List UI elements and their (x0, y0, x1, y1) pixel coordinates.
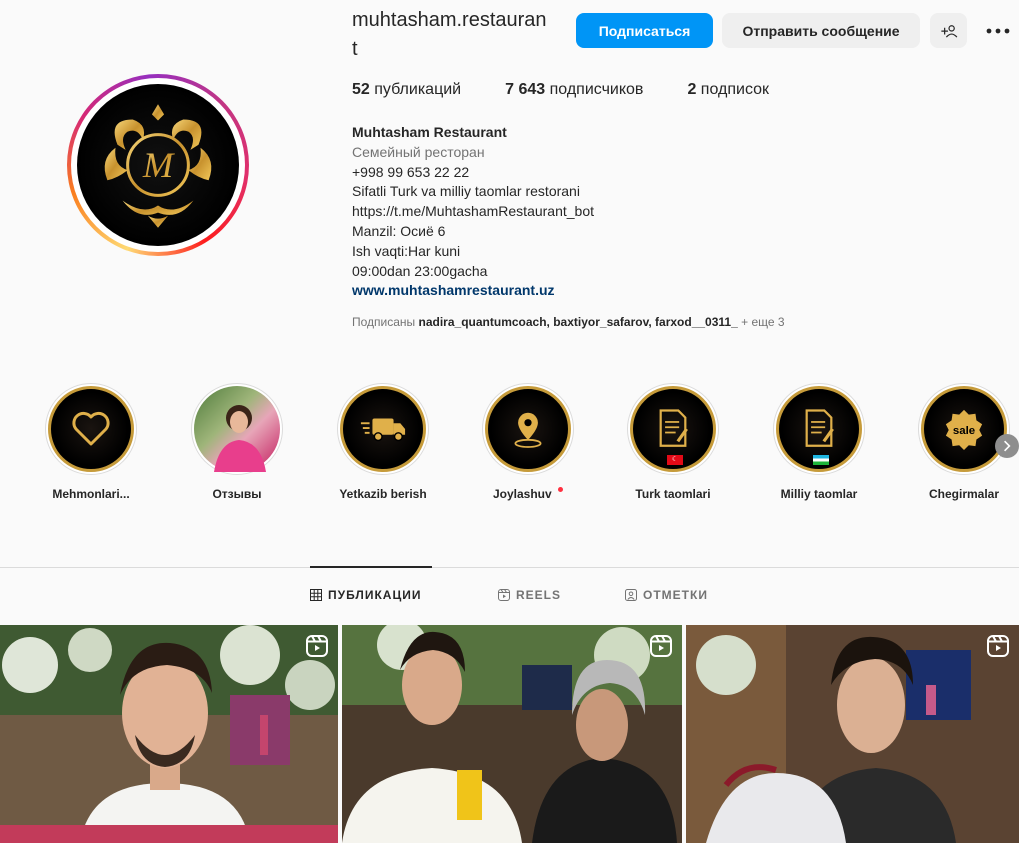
tab-tagged[interactable]: ОТМЕТКИ (625, 588, 708, 602)
heart-icon (72, 411, 110, 446)
highlight-cover (340, 386, 426, 472)
active-tab-indicator (310, 566, 432, 568)
followed-by-users[interactable]: nadira_quantumcoach, baxtiyor_safarov, f… (419, 315, 738, 329)
reel-icon (987, 635, 1009, 657)
bio-hours-label: Ish vaqti:Har kuni (352, 242, 461, 259)
highlight-label: Chegirmalar (928, 487, 1000, 501)
highlight-label: Joylashuv (473, 487, 583, 501)
followed-by[interactable]: Подписаны nadira_quantumcoach, baxtiyor_… (352, 315, 785, 329)
highlight-ring (482, 383, 574, 475)
turkey-flag-icon: ☾ (667, 455, 683, 465)
more-dots-icon (986, 28, 1010, 33)
highlight-item[interactable]: Milliy taomlar (764, 383, 874, 501)
followers-label: подписчиков (549, 81, 644, 98)
more-options-button[interactable] (980, 13, 1016, 48)
highlights-next-button[interactable] (995, 434, 1019, 458)
highlight-cover: sale (921, 386, 1007, 472)
highlight-item[interactable]: Yetkazib berish (328, 383, 438, 501)
followed-by-more[interactable]: + еще 3 (741, 315, 784, 329)
post-thumbnail[interactable] (342, 625, 682, 843)
restaurant-logo-icon: M (104, 104, 212, 228)
highlight-label: Milliy taomlar (780, 487, 858, 501)
tab-reels[interactable]: REELS (498, 588, 561, 602)
highlight-ring (337, 383, 429, 475)
profile-username: muhtasham.restaurant (352, 9, 547, 60)
new-dot-icon (558, 487, 564, 492)
logo-monogram: M (142, 145, 176, 185)
reel-icon (306, 635, 328, 657)
reviewer-photo-icon (214, 405, 266, 472)
tab-reels-label: REELS (516, 588, 562, 602)
reels-icon (498, 589, 510, 601)
profile-bio: Muhtasham Restaurant Семейный ресторан +… (352, 123, 812, 301)
highlight-ring (191, 383, 283, 475)
highlight-cover (776, 386, 862, 472)
followers-count: 7 643 (505, 81, 546, 98)
avatar[interactable]: M (77, 84, 239, 246)
following-label: подписок (700, 81, 770, 98)
tab-posts-label: ПУБЛИКАЦИИ (328, 588, 422, 602)
post-image (0, 625, 338, 843)
follow-button[interactable]: Подписаться (576, 13, 713, 48)
sale-badge-text: sale (953, 425, 975, 437)
following-count: 2 (687, 81, 697, 98)
highlight-cover-photo (194, 386, 280, 472)
location-pin-icon (514, 412, 542, 448)
add-person-icon: + (940, 24, 957, 38)
suggested-users-button[interactable]: + (930, 13, 967, 48)
posts-label: публикаций (374, 81, 462, 98)
menu-document-icon (805, 409, 834, 447)
profile-category: Семейный ресторан (352, 143, 485, 160)
followers-stat[interactable]: 7 643 подписчиков (505, 81, 643, 99)
highlight-cover: ☾ (630, 386, 716, 472)
tab-posts[interactable]: ПУБЛИКАЦИИ (310, 588, 421, 602)
profile-stats: 52 публикаций 7 643 подписчиков 2 подпис… (352, 81, 813, 99)
highlight-item[interactable]: Joylashuv (473, 383, 583, 501)
bio-address: Manzil: Осиё 6 (352, 222, 446, 239)
following-stat[interactable]: 2 подписок (687, 81, 769, 99)
truck-icon (360, 418, 406, 442)
website-link[interactable]: www.muhtashamrestaurant.uz (352, 282, 555, 298)
chevron-right-icon (1004, 440, 1011, 452)
send-message-button[interactable]: Отправить сообщение (722, 13, 920, 48)
highlight-ring (45, 383, 137, 475)
tagged-person-icon (625, 589, 637, 601)
highlight-item[interactable]: Отзывы (182, 383, 292, 501)
menu-document-icon (659, 409, 688, 447)
highlight-ring: sale (918, 383, 1010, 475)
profile-full-name: Muhtasham Restaurant (352, 124, 507, 140)
grid-icon (310, 589, 322, 601)
uzbekistan-flag-icon (813, 455, 829, 465)
posts-count: 52 (352, 81, 370, 98)
bio-phone: +998 99 653 22 22 (352, 163, 470, 180)
bio-description: Sifatli Turk va milliy taomlar restorani (352, 183, 580, 200)
post-image (342, 625, 682, 843)
bio-hours: 09:00dan 23:00gacha (352, 262, 488, 279)
highlight-label-text: Joylashuv (492, 487, 552, 501)
post-thumbnail[interactable] (0, 625, 338, 843)
highlight-ring: ☾ (627, 383, 719, 475)
tab-tagged-label: ОТМЕТКИ (643, 588, 708, 602)
posts-stat: 52 публикаций (352, 81, 461, 99)
highlight-cover (48, 386, 134, 472)
highlight-ring (773, 383, 865, 475)
tabs-divider (0, 567, 1019, 568)
sale-badge-icon: sale (945, 409, 983, 450)
reel-icon (650, 635, 672, 657)
followed-by-prefix: Подписаны (352, 315, 416, 329)
story-highlights: Mehmonlari... Отзывы Yetkazib berish Joy… (0, 383, 1019, 513)
highlight-label: Отзывы (212, 487, 262, 501)
highlight-cover (485, 386, 571, 472)
highlight-label: Yetkazib berish (339, 487, 427, 501)
highlight-label: Turk taomlari (635, 487, 711, 501)
highlight-label: Mehmonlari... (52, 487, 130, 501)
profile-avatar-ring[interactable]: M (67, 74, 249, 256)
post-image (686, 625, 1019, 843)
avatar-border: M (71, 78, 245, 252)
post-thumbnail[interactable] (686, 625, 1019, 843)
highlight-item[interactable]: Mehmonlari... (36, 383, 146, 501)
bio-telegram-link: https://t.me/MuhtashamRestaurant_bot (352, 203, 595, 220)
highlight-item[interactable]: ☾ Turk taomlari (618, 383, 728, 501)
